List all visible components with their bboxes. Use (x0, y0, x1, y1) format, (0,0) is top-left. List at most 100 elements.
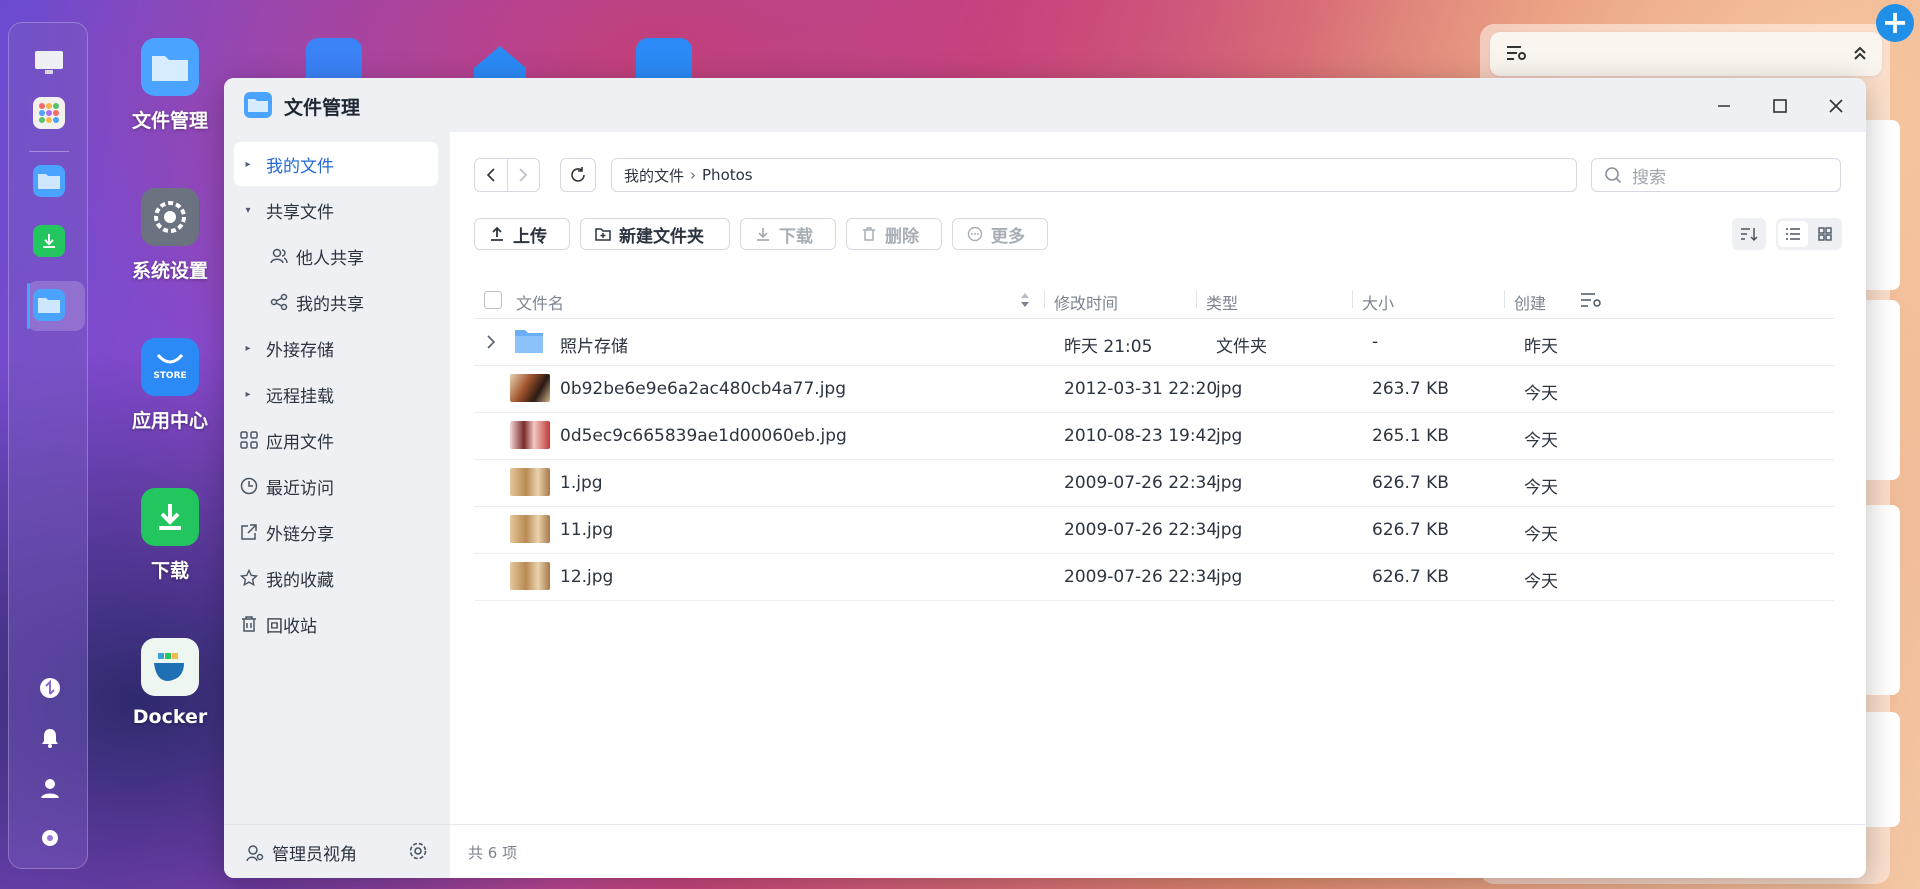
column-header-type[interactable]: 类型 (1206, 290, 1238, 314)
widget-card (1860, 505, 1900, 695)
column-header-modified[interactable]: 修改时间 (1054, 290, 1118, 314)
file-name[interactable]: 11.jpg (560, 520, 613, 540)
admin-view-toggle[interactable]: 管理员视角 (246, 840, 357, 865)
column-header-created[interactable]: 创建 (1514, 290, 1546, 314)
settings-gear-icon[interactable] (408, 841, 428, 865)
breadcrumb-current[interactable]: Photos (702, 166, 753, 184)
sidebar-item-favorites[interactable]: 我的收藏 (234, 556, 438, 600)
file-size: - (1372, 332, 1379, 352)
file-name[interactable]: 1.jpg (560, 473, 603, 493)
sidebar-item-external-storage[interactable]: ▸ 外接存储 (234, 326, 438, 370)
column-settings-icon[interactable] (1580, 292, 1602, 312)
desktop-icon-label: 下载 (150, 560, 189, 582)
forward-button[interactable] (506, 159, 540, 191)
gear-icon[interactable] (39, 827, 61, 849)
more-label: 更多 (991, 226, 1025, 247)
filter-icon[interactable] (1506, 44, 1526, 66)
expand-chevron-icon[interactable] (486, 334, 496, 354)
maximize-button[interactable] (1766, 92, 1794, 120)
more-button[interactable]: 更多 (952, 218, 1048, 250)
clock-icon (236, 477, 262, 495)
sidebar-item-shared-files[interactable]: ▾ 共享文件 (234, 188, 438, 232)
table-row[interactable]: 0b92be6e9e6a2ac480cb4a77.jpg 2012-03-31 … (474, 366, 1834, 413)
sidebar-item-remote-mount[interactable]: ▸ 远程挂载 (234, 372, 438, 416)
desktop-icon-download[interactable]: 下载 (105, 488, 235, 583)
widget-panel-header (1490, 32, 1882, 76)
new-folder-button[interactable]: 新建文件夹 (580, 218, 730, 250)
breadcrumb[interactable]: 我的文件 › Photos (611, 158, 1577, 192)
table-header: 文件名 修改时间 类型 大小 创建 (474, 280, 1834, 319)
store-badge: STORE (153, 371, 187, 381)
file-name[interactable]: 0d5ec9c665839ae1d00060eb.jpg (560, 426, 847, 446)
file-manager-active-dock-icon[interactable] (33, 289, 65, 321)
table-row[interactable]: 照片存储 昨天 21:05 文件夹 - 昨天 (474, 319, 1834, 366)
upload-button[interactable]: 上传 (474, 218, 570, 250)
column-divider[interactable] (1504, 290, 1505, 308)
sidebar-item-trash[interactable]: 回收站 (234, 602, 438, 646)
file-name[interactable]: 12.jpg (560, 567, 613, 587)
sidebar-item-my-shares[interactable]: 我的共享 (254, 280, 438, 324)
file-name[interactable]: 0b92be6e9e6a2ac480cb4a77.jpg (560, 379, 846, 399)
sync-icon[interactable] (39, 677, 61, 699)
refresh-button[interactable] (560, 158, 596, 192)
bell-icon[interactable] (39, 727, 61, 749)
user-icon[interactable] (39, 777, 61, 799)
file-modified: 昨天 21:05 (1064, 337, 1153, 357)
collapse-up-icon[interactable] (1852, 44, 1868, 66)
apps-grid-icon[interactable] (33, 97, 65, 129)
sidebar-item-my-files[interactable]: ▸ 我的文件 (234, 142, 438, 186)
list-view-icon[interactable] (1778, 221, 1808, 247)
home-app-icon[interactable] (470, 44, 530, 78)
download-button[interactable]: 下载 (740, 218, 836, 250)
grid-view-icon[interactable] (1810, 221, 1840, 247)
file-size: 626.7 KB (1372, 473, 1449, 493)
table-row[interactable]: 11.jpg 2009-07-26 22:34 jpg 626.7 KB 今天 (474, 507, 1834, 554)
file-size: 626.7 KB (1372, 567, 1449, 587)
table-row[interactable]: 1.jpg 2009-07-26 22:34 jpg 626.7 KB 今天 (474, 460, 1834, 507)
window-titlebar[interactable]: 文件管理 (224, 78, 1866, 132)
back-button[interactable] (475, 159, 507, 191)
table-row[interactable]: 12.jpg 2009-07-26 22:34 jpg 626.7 KB 今天 (474, 554, 1834, 601)
desktop-icon-file-manager[interactable]: 文件管理 (105, 38, 235, 133)
sidebar-item-app-files[interactable]: 应用文件 (234, 418, 438, 462)
sort-button[interactable] (1732, 218, 1766, 250)
select-all-checkbox[interactable] (484, 291, 502, 309)
sidebar-item-shared-with-me[interactable]: 他人共享 (254, 234, 438, 278)
column-header-name[interactable]: 文件名 (516, 290, 564, 314)
close-button[interactable] (1822, 92, 1850, 120)
desktop-icon-docker[interactable]: Docker (105, 638, 235, 728)
column-header-size[interactable]: 大小 (1362, 290, 1394, 314)
trash-icon (236, 615, 262, 633)
table-row[interactable]: 0d5ec9c665839ae1d00060eb.jpg 2010-08-23 … (474, 413, 1834, 460)
desktop-icon-settings[interactable]: 系统设置 (105, 188, 235, 283)
add-widget-button[interactable]: + (1876, 4, 1914, 42)
file-manager-dock-icon[interactable] (33, 165, 65, 197)
file-modified: 2010-08-23 19:42 (1064, 426, 1218, 446)
column-divider[interactable] (1044, 290, 1045, 308)
bird-app-icon[interactable] (636, 38, 692, 78)
desktop-icon-app-center[interactable]: STORE 应用中心 (105, 338, 235, 433)
dock (8, 22, 88, 869)
new-folder-label: 新建文件夹 (619, 226, 704, 247)
breadcrumb-root[interactable]: 我的文件 (624, 165, 684, 186)
sort-arrows-icon[interactable] (1020, 292, 1030, 312)
minimize-button[interactable] (1710, 92, 1738, 120)
file-modified: 2012-03-31 22:20 (1064, 379, 1218, 399)
sidebar-item-label: 回收站 (266, 616, 317, 637)
user-cog-icon (246, 844, 264, 862)
sync-app-icon[interactable] (306, 38, 362, 82)
settings-app-icon (141, 188, 199, 246)
star-icon (236, 569, 262, 587)
search-input[interactable]: 搜索 (1591, 158, 1841, 192)
file-name[interactable]: 照片存储 (560, 332, 628, 357)
window-title: 文件管理 (284, 97, 361, 119)
download-dock-icon[interactable] (33, 225, 65, 257)
column-divider[interactable] (1352, 290, 1353, 308)
sidebar-item-label: 外链分享 (266, 524, 334, 545)
column-divider[interactable] (1196, 290, 1197, 308)
monitor-icon[interactable] (33, 47, 65, 79)
file-modified: 2009-07-26 22:34 (1064, 473, 1218, 493)
sidebar-item-external-links[interactable]: 外链分享 (234, 510, 438, 554)
sidebar-item-recent[interactable]: 最近访问 (234, 464, 438, 508)
delete-button[interactable]: 删除 (846, 218, 942, 250)
